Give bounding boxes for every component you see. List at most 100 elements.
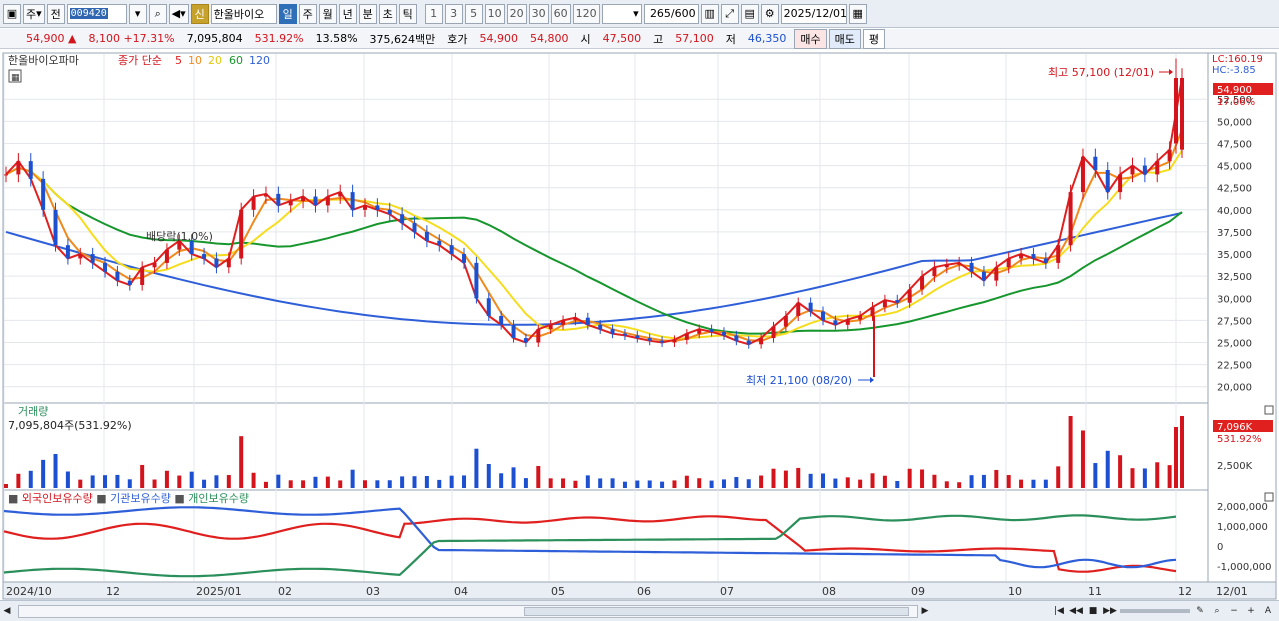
candle-body <box>684 333 689 340</box>
volume-bar <box>437 479 442 488</box>
tab-period-month[interactable]: 월 <box>318 3 337 24</box>
market-type-select[interactable]: 주 ▾ <box>23 3 45 24</box>
interval-20[interactable]: 20 <box>506 3 527 24</box>
volume-close-icon[interactable] <box>1264 405 1274 415</box>
volume-bar <box>709 480 714 488</box>
stop-icon[interactable]: ■ <box>1086 604 1100 618</box>
candle-body <box>78 254 83 259</box>
speaker-icon[interactable]: ◀▾ <box>168 3 189 24</box>
change-arrow-icon: ▲ <box>68 32 77 45</box>
volume-bar <box>622 481 627 488</box>
code-dropdown-icon[interactable]: ▾ <box>128 3 147 24</box>
zoom-in-icon[interactable]: + <box>1244 604 1258 618</box>
rewind-icon[interactable]: ◀◀ <box>1069 604 1083 618</box>
tab-period-day[interactable]: 일 <box>278 3 297 24</box>
zoom-icon[interactable]: ⌕ <box>1210 604 1224 618</box>
date-x-tick: 02 <box>278 585 292 598</box>
interval-custom-select[interactable]: ▾ <box>601 3 642 24</box>
interval-3[interactable]: 3 <box>444 3 463 24</box>
candle-body <box>90 254 95 263</box>
candle-body <box>350 192 355 210</box>
candle-body <box>709 329 714 332</box>
candle-body <box>325 196 330 206</box>
candle-body <box>1080 156 1085 193</box>
candle-body <box>672 339 677 343</box>
ma-label: 종가 단순 <box>118 54 162 67</box>
candle-body <box>152 262 157 268</box>
interval-10[interactable]: 10 <box>484 3 505 24</box>
interval-30[interactable]: 30 <box>528 3 549 24</box>
buy-button[interactable]: 매수 <box>794 28 827 49</box>
scroll-right-icon[interactable]: ▶ <box>918 604 932 618</box>
lc-label: LC:160.19 <box>1212 54 1263 65</box>
volume-bar <box>548 478 553 488</box>
volume-bar <box>449 475 454 488</box>
candle-body <box>412 223 417 232</box>
market-type-label: 주 <box>26 7 37 21</box>
date-x-tick: 03 <box>366 585 380 598</box>
gear-icon[interactable]: ⚙ <box>760 3 779 24</box>
volume-bar <box>338 480 343 488</box>
prev-button[interactable]: 전 <box>46 3 65 24</box>
candle-body <box>994 267 999 281</box>
volume-bar <box>276 474 281 488</box>
scrollbar-thumb[interactable] <box>524 606 909 616</box>
scrollbar-track[interactable] <box>18 604 918 618</box>
volume-bar <box>1080 430 1085 488</box>
chart-settings-icon[interactable]: ▣ <box>3 3 21 24</box>
price-y-tick: 47,500 <box>1217 139 1252 150</box>
volume-panel-value: 7,095,804주(531.92%) <box>8 419 132 432</box>
interval-120[interactable]: 120 <box>572 3 600 24</box>
interval-5[interactable]: 5 <box>464 3 483 24</box>
average-button[interactable]: 평 <box>862 28 886 49</box>
open-price: 47,500 <box>602 32 642 45</box>
date-x-tick: 06 <box>637 585 651 598</box>
date-field[interactable]: 2025/12/01 <box>780 3 847 24</box>
sell-button[interactable]: 매도 <box>828 28 861 49</box>
tab-period-year[interactable]: 년 <box>338 3 357 24</box>
date-x-tick: 08 <box>822 585 836 598</box>
candle-body <box>1180 78 1184 150</box>
text-size-icon[interactable]: A <box>1261 604 1275 618</box>
candle-body <box>127 280 132 285</box>
candle-body <box>53 209 58 246</box>
zoom-slider[interactable] <box>1120 609 1190 613</box>
tab-period-second[interactable]: 초 <box>378 3 397 24</box>
candle-body <box>821 311 826 321</box>
chart-area[interactable]: 52,500 50,000 47,500 45,000 42,500 40,000 37,5… <box>0 50 1279 603</box>
candle-body <box>474 262 479 299</box>
stock-code-input[interactable]: 009420 <box>66 3 127 24</box>
draw-tool-icon[interactable]: ⤢ <box>720 3 739 24</box>
bid-price-2: 54,800 <box>530 32 569 45</box>
draw-tools-icon[interactable]: ✎ <box>1193 604 1207 618</box>
search-icon[interactable]: ⌕ <box>148 3 167 24</box>
tab-period-minute[interactable]: 분 <box>358 3 377 24</box>
volume-bar <box>957 482 962 488</box>
date-x-tick: 04 <box>454 585 468 598</box>
scroll-left-icon[interactable]: ◀ <box>0 604 14 618</box>
first-page-icon[interactable]: |◀ <box>1052 604 1066 618</box>
holdings-close-icon[interactable] <box>1264 492 1274 502</box>
candle-body <box>536 329 541 343</box>
tab-period-week[interactable]: 주 <box>298 3 317 24</box>
tab-period-tick[interactable]: 틱 <box>398 3 417 24</box>
high-label: 고 <box>653 32 664 46</box>
interval-1[interactable]: 1 <box>424 3 443 24</box>
calendar-icon[interactable]: ▦ <box>848 3 867 24</box>
candle-body <box>28 161 33 179</box>
candle-type-icon[interactable]: ▥ <box>700 3 719 24</box>
price-y-tick: 45,000 <box>1217 162 1252 173</box>
volume-bar <box>263 481 268 488</box>
chart-window: ▣ 주 ▾ 전 009420 ▾ ⌕ ◀▾ 신 한올바이오 일 주 월 년 분 초… <box>0 0 1279 621</box>
save-icon[interactable]: ▤ <box>740 3 759 24</box>
bar-count-field[interactable]: 265/600 <box>643 3 699 24</box>
price-chart-svg[interactable]: 52,50050,00047,50045,00042,50040,00037,5… <box>0 50 1279 603</box>
volume-bar <box>882 475 887 488</box>
zoom-out-icon[interactable]: − <box>1227 604 1241 618</box>
stock-name-field[interactable]: 한올바이오 <box>210 3 277 24</box>
interval-60[interactable]: 60 <box>550 3 571 24</box>
volume-bar <box>226 475 231 488</box>
volume-bar <box>1180 416 1184 488</box>
forward-icon[interactable]: ▶▶ <box>1103 604 1117 618</box>
volume-panel-frame <box>2 402 1209 491</box>
